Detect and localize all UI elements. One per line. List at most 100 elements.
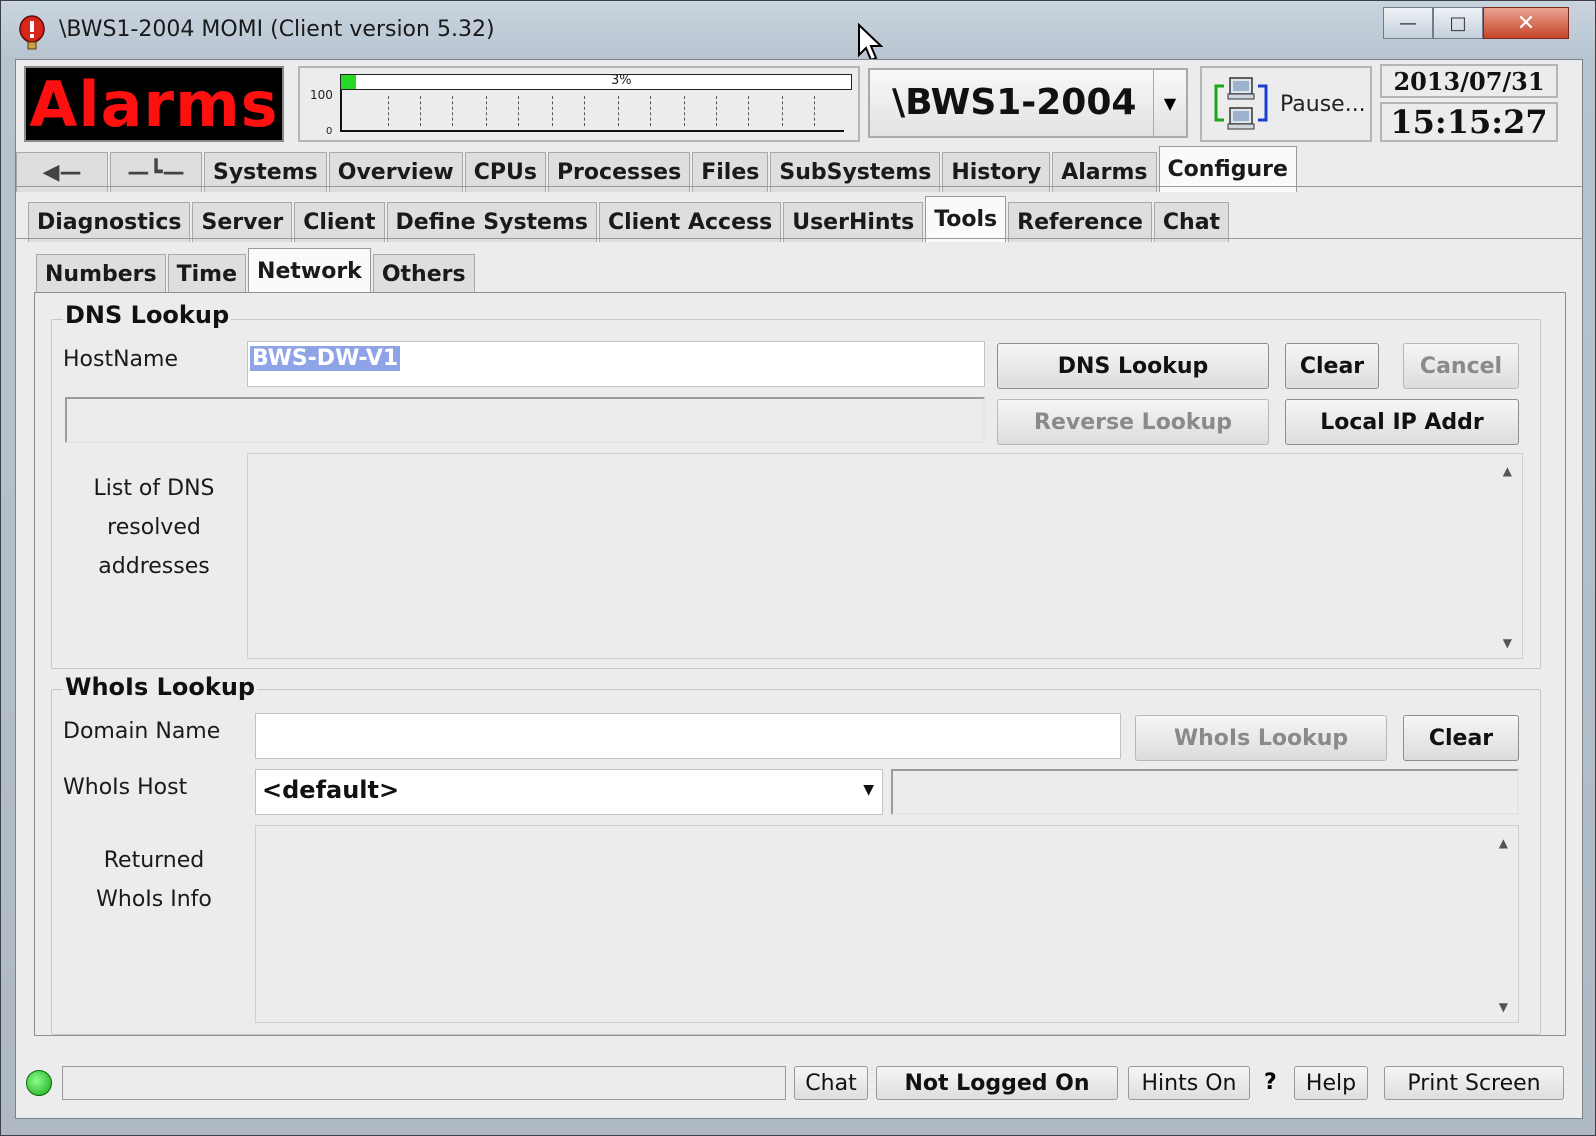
login-status-button[interactable]: Not Logged On bbox=[876, 1066, 1118, 1100]
network-computers-icon bbox=[1214, 77, 1268, 130]
reverse-lookup-button[interactable]: Reverse Lookup bbox=[997, 399, 1269, 445]
returned-whois-label: Returned WhoIs Info bbox=[65, 841, 243, 919]
cpu-axis-min: 0 bbox=[326, 126, 333, 137]
cpu-chart-gridline bbox=[388, 96, 389, 126]
alarm-app-icon bbox=[19, 15, 45, 50]
chevron-down-icon[interactable]: ▼ bbox=[1153, 70, 1186, 136]
tab-diagnostics[interactable]: Diagnostics bbox=[28, 202, 191, 242]
cpu-chart-gridline bbox=[584, 96, 585, 126]
status-message-field bbox=[62, 1066, 786, 1100]
alarms-label: Alarms bbox=[29, 67, 279, 141]
hostname-value: BWS-DW-V1 bbox=[250, 346, 401, 371]
close-icon[interactable]: ✕ bbox=[1483, 7, 1569, 39]
tab-client-access[interactable]: Client Access bbox=[599, 202, 782, 242]
connection-status-icon bbox=[26, 1070, 52, 1096]
print-screen-button[interactable]: Print Screen bbox=[1384, 1066, 1564, 1100]
tab-time[interactable]: Time bbox=[167, 254, 247, 294]
hostname-label: HostName bbox=[63, 347, 178, 372]
dns-clear-button[interactable]: Clear bbox=[1285, 343, 1379, 389]
cpu-chart-gridline bbox=[552, 96, 553, 126]
network-tools-panel: DNS Lookup HostName BWS-DW-V1 DNS Lookup… bbox=[34, 292, 1566, 1036]
tools-tab-bar: Numbers Time Network Others bbox=[36, 248, 477, 294]
system-selector[interactable]: \BWS1-2004 ▼ bbox=[868, 68, 1188, 138]
cpu-chart-gridline bbox=[618, 96, 619, 126]
window-controls: — □ ✕ bbox=[1383, 7, 1569, 39]
status-bar: Chat Not Logged On Hints On ? Help Print… bbox=[16, 1058, 1582, 1116]
whois-group-title: WhoIs Lookup bbox=[63, 673, 258, 701]
cpu-chart-gridline bbox=[814, 96, 815, 126]
dns-list-label-line: resolved bbox=[107, 515, 201, 540]
system-name: \BWS1-2004 bbox=[892, 82, 1137, 123]
domain-name-input[interactable] bbox=[255, 713, 1121, 759]
help-button[interactable]: Help bbox=[1294, 1066, 1368, 1100]
whois-lookup-button[interactable]: WhoIs Lookup bbox=[1135, 715, 1387, 761]
returned-whois-label-line: Returned bbox=[103, 848, 205, 873]
tab-divider bbox=[16, 238, 1582, 239]
returned-whois-label-line: WhoIs Info bbox=[96, 887, 212, 912]
chevron-down-icon[interactable]: ▼ bbox=[863, 782, 874, 798]
scroll-down-icon[interactable]: ▼ bbox=[1503, 636, 1512, 650]
scroll-up-icon[interactable]: ▲ bbox=[1499, 836, 1508, 850]
whois-results-area[interactable]: ▲ ▼ bbox=[255, 825, 1519, 1023]
app-window: \BWS1-2004 MOMI (Client version 5.32) — … bbox=[0, 0, 1596, 1136]
dns-lookup-button[interactable]: DNS Lookup bbox=[997, 343, 1269, 389]
cpu-chart-gridline bbox=[748, 96, 749, 126]
pause-button[interactable]: Pause... bbox=[1200, 66, 1372, 142]
cpu-chart-gridline bbox=[518, 96, 519, 126]
dns-list-label: List of DNS resolved addresses bbox=[65, 469, 243, 586]
tab-reference[interactable]: Reference bbox=[1008, 202, 1152, 242]
tab-others[interactable]: Others bbox=[372, 254, 475, 294]
current-date: 2013/07/31 bbox=[1380, 64, 1558, 98]
cpu-chart-gridline bbox=[716, 96, 717, 126]
cpu-chart-gridline bbox=[684, 96, 685, 126]
client-area: Alarms 3% 100 0 \BWS1-2004 ▼ Pause... 20… bbox=[15, 59, 1583, 1119]
cpu-progress-fill bbox=[341, 75, 357, 89]
dns-results-list[interactable]: ▲ ▼ bbox=[247, 453, 1523, 659]
scroll-down-icon[interactable]: ▼ bbox=[1499, 1000, 1508, 1014]
maximize-icon[interactable]: □ bbox=[1433, 7, 1483, 39]
hints-toggle-button[interactable]: Hints On bbox=[1128, 1066, 1250, 1100]
whois-status-field bbox=[891, 769, 1519, 815]
dns-list-label-line: List of DNS bbox=[93, 476, 215, 501]
whois-clear-button[interactable]: Clear bbox=[1403, 715, 1519, 761]
scroll-up-icon[interactable]: ▲ bbox=[1503, 464, 1512, 478]
cpu-percent-label: 3% bbox=[611, 73, 632, 88]
whois-host-select[interactable]: <default> ▼ bbox=[255, 769, 883, 815]
tab-tools[interactable]: Tools bbox=[925, 196, 1007, 242]
window-title: \BWS1-2004 MOMI (Client version 5.32) bbox=[59, 17, 495, 42]
tab-client[interactable]: Client bbox=[294, 202, 385, 242]
tab-numbers[interactable]: Numbers bbox=[36, 254, 166, 294]
tab-divider bbox=[16, 186, 1582, 187]
cpu-progress-bar: 3% bbox=[340, 73, 852, 90]
tab-server[interactable]: Server bbox=[192, 202, 293, 242]
cpu-chart-gridline bbox=[486, 96, 487, 126]
alarms-indicator[interactable]: Alarms bbox=[24, 66, 284, 142]
domain-name-label: Domain Name bbox=[63, 719, 221, 744]
cpu-axis-max: 100 bbox=[310, 88, 333, 102]
pause-label: Pause... bbox=[1280, 92, 1366, 117]
dns-group-title: DNS Lookup bbox=[63, 301, 232, 329]
tab-chat[interactable]: Chat bbox=[1153, 202, 1230, 242]
hostname-input[interactable]: BWS-DW-V1 bbox=[247, 341, 985, 387]
cpu-chart-gridline bbox=[452, 96, 453, 126]
reverse-lookup-field[interactable] bbox=[65, 397, 985, 443]
cpu-chart-gridline bbox=[420, 96, 421, 126]
question-icon: ? bbox=[1264, 1070, 1277, 1095]
local-ip-button[interactable]: Local IP Addr bbox=[1285, 399, 1519, 445]
dns-list-label-line: addresses bbox=[98, 554, 210, 579]
cpu-chart-gridline bbox=[782, 96, 783, 126]
whois-host-value: <default> bbox=[262, 776, 400, 804]
dns-cancel-button[interactable]: Cancel bbox=[1403, 343, 1519, 389]
tab-define-systems[interactable]: Define Systems bbox=[386, 202, 597, 242]
tab-userhints[interactable]: UserHints bbox=[783, 202, 924, 242]
cpu-history-chart bbox=[340, 90, 844, 132]
title-bar[interactable]: \BWS1-2004 MOMI (Client version 5.32) — … bbox=[1, 1, 1596, 59]
whois-host-label: WhoIs Host bbox=[63, 775, 188, 800]
current-time: 15:15:27 bbox=[1380, 102, 1558, 142]
cpu-chart-gridline bbox=[650, 96, 651, 126]
configure-tab-bar: Diagnostics Server Client Define Systems… bbox=[28, 196, 1231, 242]
minimize-icon[interactable]: — bbox=[1383, 7, 1433, 39]
cpu-usage-panel: 3% 100 0 bbox=[298, 66, 860, 142]
tab-network[interactable]: Network bbox=[248, 248, 371, 294]
chat-button[interactable]: Chat bbox=[794, 1066, 868, 1100]
